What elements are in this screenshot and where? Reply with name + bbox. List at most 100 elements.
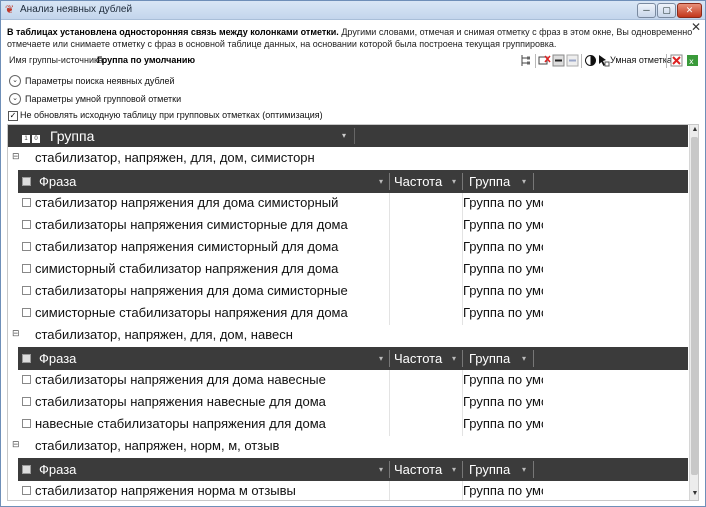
duplicates-analysis-window: ❦ Анализ неявных дублей ─ ▢ ✕ ✕ В таблиц…	[0, 0, 706, 507]
row-checkbox[interactable]	[22, 419, 31, 428]
search-params-expander-icon[interactable]: ⌄	[9, 75, 21, 87]
svg-text:x: x	[689, 57, 694, 66]
table-row[interactable]: стабилизатор напряжения норма м отзывы Гр…	[18, 481, 688, 500]
table-row[interactable]: стабилизаторы напряжения симисторные для…	[18, 215, 688, 237]
scroll-down-icon[interactable]: ▼	[690, 489, 698, 499]
column-header-phrase[interactable]: Фраза	[39, 174, 76, 189]
group-filter-icon[interactable]: ▾	[522, 177, 526, 186]
scroll-thumb[interactable]	[691, 137, 698, 475]
main-header-group-label[interactable]: Группа	[50, 128, 94, 144]
table-row[interactable]: стабилизаторы напряжения для дома навесн…	[18, 370, 688, 392]
info-message-bold: В таблицах установлена односторонняя свя…	[7, 27, 339, 37]
row-phrase: навесные стабилизаторы напряжения для до…	[35, 416, 326, 431]
minus-light-icon[interactable]	[566, 54, 579, 67]
table-row[interactable]: стабилизаторы напряжения навесные для до…	[18, 392, 688, 414]
title-bar[interactable]: ❦ Анализ неявных дублей ─ ▢ ✕	[1, 1, 705, 20]
row-checkbox[interactable]	[22, 375, 31, 384]
frequency-filter-icon[interactable]: ▾	[452, 354, 456, 363]
group-title: стабилизатор, напряжен, для, дом, симист…	[35, 150, 315, 165]
excel-green-icon[interactable]: x	[686, 54, 699, 67]
frequency-filter-icon[interactable]: ▾	[452, 465, 456, 474]
column-header-frequency[interactable]: Частота	[394, 351, 442, 366]
row-checkbox[interactable]	[22, 486, 31, 495]
source-group-value: Группа по умолчанию	[97, 55, 196, 65]
row-checkbox[interactable]	[22, 264, 31, 273]
close-button[interactable]: ✕	[677, 3, 702, 18]
group-title: стабилизатор, напряжен, для, дом, навесн	[35, 327, 293, 342]
excel-red-icon[interactable]	[670, 54, 683, 67]
row-group: Группа по умолчанию	[463, 261, 543, 276]
scroll-up-icon[interactable]: ▲	[690, 125, 698, 135]
row-checkbox[interactable]	[22, 397, 31, 406]
frequency-filter-icon[interactable]: ▾	[452, 177, 456, 186]
select-all-checkbox[interactable]	[22, 354, 31, 363]
column-chooser-icon[interactable]: 10	[22, 131, 44, 143]
row-phrase: симисторный стабилизатор напряжения для …	[35, 261, 339, 276]
minus-icon[interactable]	[552, 54, 565, 67]
column-header-phrase[interactable]: Фраза	[39, 351, 76, 366]
phrase-filter-icon[interactable]: ▾	[379, 177, 383, 186]
table-row[interactable]: стабилизатор напряжения для дома симисто…	[18, 193, 688, 215]
smart-mark-params-label[interactable]: Параметры умной групповой отметки	[25, 94, 181, 104]
no-update-label[interactable]: Не обновлять исходную таблицу при группо…	[20, 110, 323, 120]
row-phrase: стабилизаторы напряжения симисторные для…	[35, 217, 348, 232]
row-group: Группа по умолчанию	[463, 372, 543, 387]
row-phrase: стабилизаторы напряжения навесные для до…	[35, 394, 326, 409]
vertical-scrollbar[interactable]: ▲ ▼	[689, 125, 698, 500]
contrast-icon[interactable]	[584, 54, 597, 67]
table-row[interactable]: стабилизатор напряжения симисторный для …	[18, 237, 688, 259]
phrase-table-header: Фраза ▾ Частота ▾ Группа ▾	[18, 347, 688, 370]
group-row[interactable]: ⊟ стабилизатор, напряжен, для, дом, симис…	[8, 148, 688, 170]
row-checkbox[interactable]	[22, 242, 31, 251]
row-group: Группа по умолчанию	[463, 483, 543, 498]
table-row[interactable]: навесные стабилизаторы напряжения для до…	[18, 414, 688, 436]
column-header-frequency[interactable]: Частота	[394, 462, 442, 477]
window-title: Анализ неявных дублей	[20, 4, 133, 15]
group-filter-icon[interactable]: ▾	[522, 354, 526, 363]
tree-icon[interactable]	[519, 54, 532, 67]
row-phrase: стабилизаторы напряжения для дома симист…	[35, 283, 348, 298]
column-header-frequency[interactable]: Частота	[394, 174, 442, 189]
row-phrase: стабилизаторы напряжения для дома навесн…	[35, 372, 326, 387]
row-phrase: стабилизатор напряжения для дома симисто…	[35, 195, 339, 210]
column-header-phrase[interactable]: Фраза	[39, 462, 76, 477]
row-phrase: стабилизатор напряжения симисторный для …	[35, 239, 339, 254]
main-header-filter-icon[interactable]: ▾	[342, 131, 346, 140]
group-row[interactable]: ⊟ стабилизатор, напряжен, норм, м, отзыв	[8, 436, 688, 458]
select-all-checkbox[interactable]	[22, 177, 31, 186]
uncheck-icon[interactable]	[538, 54, 551, 67]
row-checkbox[interactable]	[22, 286, 31, 295]
app-icon: ❦	[5, 4, 15, 16]
table-row[interactable]: симисторные стабилизаторы напряжения для…	[18, 303, 688, 325]
maximize-button[interactable]: ▢	[657, 3, 676, 18]
table-row[interactable]: стабилизаторы напряжения для дома симист…	[18, 281, 688, 303]
row-group: Группа по умолчанию	[463, 305, 543, 320]
minimize-button[interactable]: ─	[637, 3, 656, 18]
smart-mark-params-expander-icon[interactable]: ⌄	[9, 93, 21, 105]
group-collapse-icon[interactable]: ⊟	[12, 439, 20, 450]
group-collapse-icon[interactable]: ⊟	[12, 151, 20, 162]
row-checkbox[interactable]	[22, 220, 31, 229]
select-all-checkbox[interactable]	[22, 465, 31, 474]
row-checkbox[interactable]	[22, 308, 31, 317]
no-update-checkbox[interactable]: ✓	[8, 111, 18, 121]
main-grid-header: 10 Группа ▾	[8, 125, 688, 147]
phrase-filter-icon[interactable]: ▾	[379, 465, 383, 474]
row-phrase: стабилизатор напряжения норма м отзывы	[35, 483, 296, 498]
group-row[interactable]: ⊟ стабилизатор, напряжен, для, дом, навес…	[8, 325, 688, 347]
row-group: Группа по умолчанию	[463, 416, 543, 431]
cursor-icon[interactable]	[597, 54, 610, 67]
duplicates-grid: 10 Группа ▾ ⊟ стабилизатор, напряжен, для…	[7, 124, 699, 501]
column-header-group[interactable]: Группа	[469, 351, 510, 366]
search-params-label[interactable]: Параметры поиска неявных дублей	[25, 76, 174, 86]
phrase-table-header: Фраза ▾ Частота ▾ Группа ▾	[18, 170, 688, 193]
table-row[interactable]: симисторный стабилизатор напряжения для …	[18, 259, 688, 281]
phrase-filter-icon[interactable]: ▾	[379, 354, 383, 363]
row-group: Группа по умолчанию	[463, 195, 543, 210]
column-header-group[interactable]: Группа	[469, 174, 510, 189]
group-filter-icon[interactable]: ▾	[522, 465, 526, 474]
row-checkbox[interactable]	[22, 198, 31, 207]
smart-mark-label[interactable]: Умная отметка	[610, 55, 672, 65]
group-collapse-icon[interactable]: ⊟	[12, 328, 20, 339]
column-header-group[interactable]: Группа	[469, 462, 510, 477]
